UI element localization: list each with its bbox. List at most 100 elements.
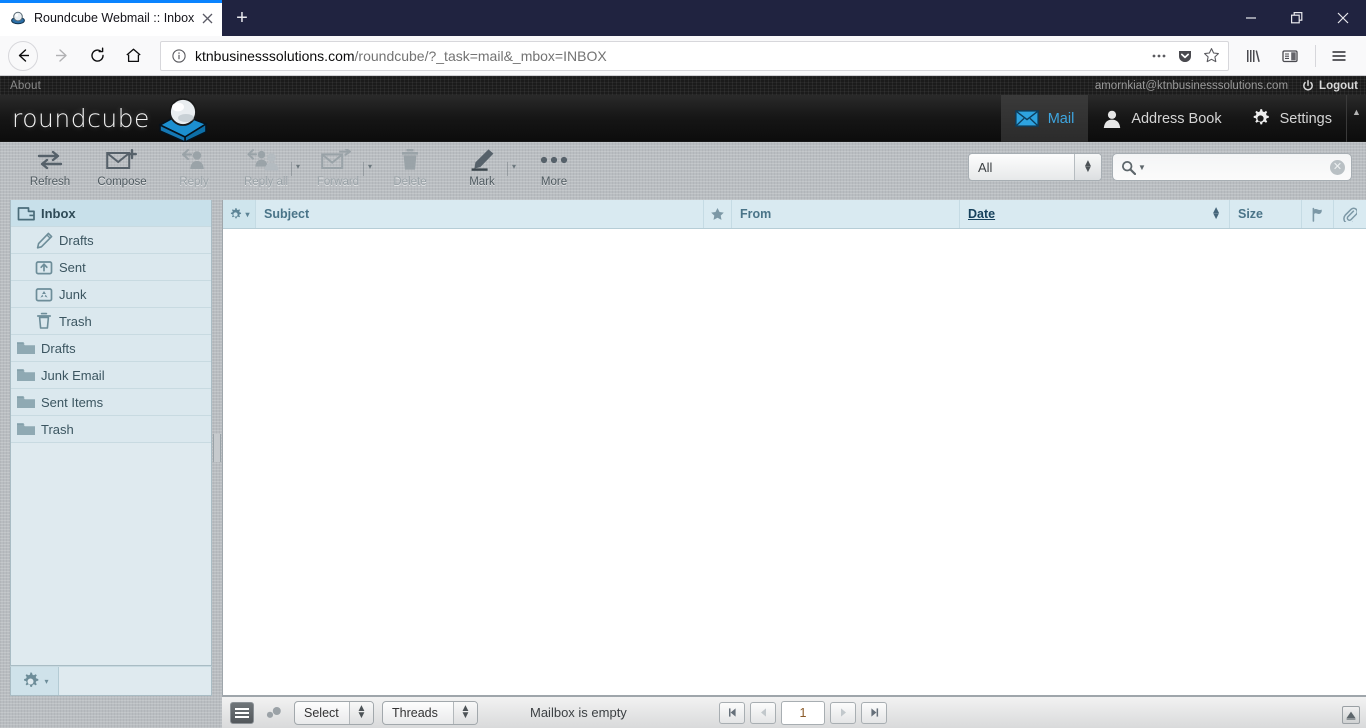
navigation-toolbar: ktnbusinesssolutions.com/roundcube/?_tas… [0,36,1366,76]
splitter-grip[interactable] [213,434,221,462]
task-settings[interactable]: Settings [1236,95,1346,142]
sidebar-splitter[interactable] [212,200,222,696]
compose-button[interactable]: Compose [86,142,158,196]
search-area: All ▲ ▼ ▼ ✕ [968,153,1352,181]
task-mail[interactable]: Mail [1000,95,1089,142]
forward-label: Forward [316,176,360,188]
task-settings-label: Settings [1279,110,1332,127]
folder-item-sent-items[interactable]: Sent Items [11,389,211,416]
column-header-size[interactable]: Size [1230,200,1302,228]
more-button[interactable]: More [518,142,590,196]
star-icon [710,207,725,222]
caret-down-icon[interactable]: ▾ [44,677,48,686]
delete-label: Delete [393,176,427,188]
column-header-subject[interactable]: Subject [256,200,704,228]
column-header-flag[interactable] [1302,200,1334,228]
app-menu-icon[interactable] [1322,41,1356,71]
column-header-from-label: From [740,207,772,221]
threads-view-icon[interactable] [262,706,286,720]
caret-down-icon[interactable]: ▾ [245,210,249,219]
inbox-tray-icon [11,205,41,222]
page-number-input[interactable]: 1 [781,700,825,725]
threads-dropdown[interactable]: Threads ▲ ▼ [382,700,478,725]
page-last-icon[interactable] [861,701,887,724]
ellipsis-icon [539,147,569,173]
folder-item-drafts[interactable]: Drafts [11,227,211,254]
list-options-button[interactable]: ▾ [223,200,256,228]
library-icon[interactable] [1237,41,1271,71]
message-list-footer: Select ▲ ▼ Threads ▲ ▼ Mailbox is empty 1 [222,696,1366,728]
chevron-up-icon[interactable]: ▲ [1346,95,1366,142]
about-link[interactable]: About [0,80,41,92]
folder-icon [11,367,41,383]
restore-button[interactable] [1274,0,1320,36]
folder-item-trash[interactable]: Trash [11,308,211,335]
folder-item-trash-2[interactable]: Trash [11,416,211,443]
close-window-button[interactable] [1320,0,1366,36]
column-header-date[interactable]: Date ▲ ▼ [960,200,1230,228]
folder-item-drafts-2[interactable]: Drafts [11,335,211,362]
url-domain: ktnbusinesssolutions.com [195,47,355,64]
column-header-star[interactable] [704,200,732,228]
magnifier-icon[interactable]: ▼ [1121,160,1146,175]
reply-person-icon [179,147,209,173]
folder-label: Drafts [41,340,76,356]
toolbar-divider [1315,44,1316,67]
column-header-from[interactable]: From [732,200,960,228]
stepper-icon[interactable]: ▲ ▼ [453,701,477,724]
url-bar[interactable]: ktnbusinesssolutions.com/roundcube/?_tas… [160,40,1229,71]
caret-down-icon[interactable]: ▼ [1138,163,1146,172]
mail-toolbar: Refresh Compose Reply Reply all ▾ Forwar… [0,142,1366,200]
resize-handle-icon[interactable] [1342,706,1360,724]
folder-icon [11,394,41,410]
reply-button: Reply [158,142,230,196]
new-tab-button[interactable]: + [224,3,260,33]
mark-button[interactable]: Mark ▾ [446,142,518,196]
caret-down-icon[interactable]: ▾ [506,162,516,176]
column-header-attachment[interactable] [1334,200,1366,228]
close-icon[interactable] [196,7,218,29]
topline-right: amornkiat@ktnbusinesssolutions.com Logou… [1095,76,1358,95]
roundcube-app: About amornkiat@ktnbusinesssolutions.com… [0,76,1366,728]
logout-label: Logout [1319,79,1358,92]
home-icon[interactable] [116,41,150,71]
info-circle-icon[interactable] [169,48,189,63]
folder-item-inbox[interactable]: Inbox [11,200,211,227]
clear-circle-icon[interactable]: ✕ [1330,159,1345,175]
task-address-book[interactable]: Address Book [1088,95,1235,142]
sidebar-icon[interactable] [1273,41,1307,71]
folder-label: Trash [41,421,74,437]
folder-list-footer: ▾ [10,666,212,696]
user-email: amornkiat@ktnbusinesssolutions.com [1094,79,1289,92]
back-arrow-icon[interactable] [8,40,38,71]
browser-toolbar-right [1237,41,1358,71]
star-icon[interactable] [1198,43,1224,69]
caret-down-icon[interactable]: ▾ [290,162,300,176]
search-input[interactable]: ▼ ✕ [1112,153,1352,181]
folder-item-junk[interactable]: Junk [11,281,211,308]
folder-options-button[interactable]: ▾ [11,667,59,695]
pocket-shield-icon[interactable] [1172,43,1198,69]
stepper-icon[interactable]: ▲ ▼ [1074,154,1101,180]
sort-stepper-icon[interactable]: ▲ ▼ [1211,206,1221,222]
list-view-icon[interactable] [230,701,254,724]
minimize-button[interactable] [1228,0,1274,36]
stepper-icon[interactable]: ▲ ▼ [349,701,373,724]
caret-down-icon[interactable]: ▾ [362,162,372,176]
browser-tab-active[interactable]: Roundcube Webmail :: Inbox [0,0,222,36]
logout-button[interactable]: Logout [1302,80,1358,92]
ellipsis-icon[interactable] [1146,43,1172,69]
folder-item-sent[interactable]: Sent [11,254,211,281]
folder-item-junk-email[interactable]: Junk Email [11,362,211,389]
select-dropdown[interactable]: Select ▲ ▼ [294,700,374,725]
refresh-button[interactable]: Refresh [14,142,86,196]
folder-label: Drafts [59,232,94,248]
search-scope-select[interactable]: All ▲ ▼ [968,153,1102,181]
page-first-icon[interactable] [719,701,745,724]
gear-icon [228,207,243,222]
browser-window: Roundcube Webmail :: Inbox + ktnbusiness… [0,0,1366,728]
message-list-body[interactable] [223,229,1366,695]
reload-icon[interactable] [80,41,114,71]
url-text[interactable]: ktnbusinesssolutions.com/roundcube/?_tas… [189,48,1146,64]
column-header-size-label: Size [1238,207,1264,221]
